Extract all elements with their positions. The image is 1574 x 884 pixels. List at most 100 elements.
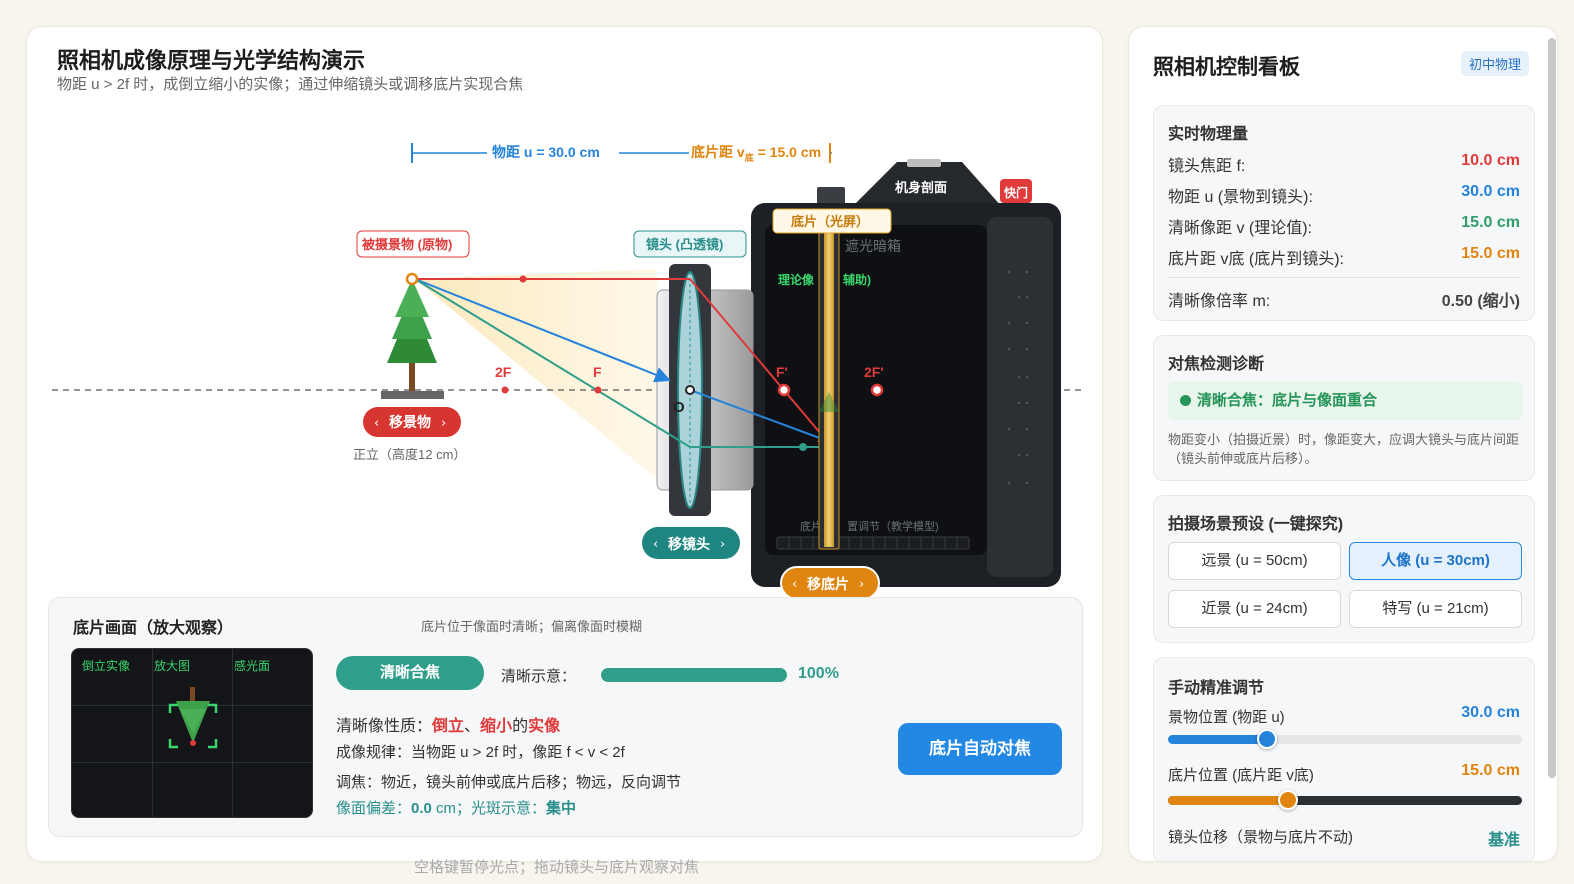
label-2f-prime: 2F': [864, 364, 884, 380]
darkbox-label: 遮光暗箱: [845, 238, 901, 254]
left-arrow-icon: ‹: [374, 416, 379, 431]
film-slider-fill: [1168, 796, 1289, 805]
deviation-label: 像面偏差：: [336, 800, 412, 817]
focus-status-badge: 清晰合焦: [336, 656, 484, 690]
left-arrow-icon: ‹: [792, 577, 797, 592]
film-screen: 倒立实像 放大图 感光面: [71, 648, 313, 818]
clarity-value: 100%: [798, 665, 839, 682]
diagnosis-status: 清晰合焦：底片与像面重合: [1168, 382, 1522, 420]
film-strip[interactable]: [818, 224, 840, 550]
object-distance-value: 30.0 cm: [1461, 183, 1520, 200]
status-dot-icon: [1180, 395, 1191, 406]
film-slider-value: 15.0 cm: [1461, 762, 1520, 779]
realtime-card: 实时物理量 镜头焦距 f: 10.0 cm 物距 u (景物到镜头): 30.0…: [1153, 105, 1535, 321]
object-height-note: 正立（高度12 cm）: [353, 447, 466, 462]
grid-line: [232, 649, 233, 817]
label-o: O: [673, 399, 685, 416]
object-distance-label: 物距 u (景物到镜头):: [1168, 189, 1313, 206]
film-adjust-track[interactable]: [776, 536, 970, 550]
film-slider[interactable]: [1168, 790, 1522, 810]
prop-inverted: 倒立: [432, 718, 465, 735]
label-f: F: [593, 364, 602, 380]
prop-real: 实像: [528, 718, 561, 735]
object-slider-knob[interactable]: [1257, 729, 1278, 749]
preset-portrait-button[interactable]: 人像 (u = 30cm): [1349, 542, 1522, 580]
film-slider-knob[interactable]: [1278, 790, 1299, 810]
page-subtitle: 物距 u > 2f 时，成倒立缩小的实像；通过伸缩镜头或调移底片实现合焦: [57, 76, 524, 93]
screen-label-sensor: 感光面: [234, 659, 271, 673]
focal-length-label: 镜头焦距 f:: [1168, 158, 1246, 175]
focus-adjust-text: 调焦：物近，镜头前伸或底片后移；物远，反向调节: [336, 774, 682, 791]
object-slider[interactable]: [1168, 729, 1522, 749]
prop-mid: 的: [512, 718, 529, 735]
film-tag-label: 底片（光屏）: [791, 214, 869, 229]
right-arrow-icon: ›: [441, 416, 446, 431]
page-title: 照相机成像原理与光学结构演示: [57, 48, 366, 73]
theory-label-left: 理论像: [778, 272, 815, 287]
magnification-value: 0.50 (缩小): [1441, 293, 1520, 310]
spot-value: 集中: [546, 800, 577, 817]
move-film-label: 移底片: [807, 576, 849, 592]
image-deviation: 像面偏差：0.0 cm；光斑示意：集中: [336, 797, 576, 818]
film-view-title: 底片画面（放大观察）: [73, 620, 234, 637]
subject-tag: 初中物理: [1461, 51, 1530, 76]
move-object-button[interactable]: ‹ 移景物 ›: [363, 407, 461, 437]
object-slider-fill: [1168, 735, 1268, 744]
imaging-rule: 成像规律：当物距 u > 2f 时，像距 f < v < 2f: [336, 744, 625, 761]
label-f-prime: F': [776, 364, 788, 380]
inverted-tree-icon: [168, 687, 218, 749]
optics-diagram: 物距 u = 30.0 cm 底片距 v底 = 15.0 cm 机身剖面 快门 …: [52, 143, 1082, 597]
screen-label-inverted: 倒立实像: [82, 659, 131, 673]
right-arrow-icon: ›: [720, 537, 725, 552]
manual-title: 手动精准调节: [1168, 680, 1265, 697]
optics-demo-panel: 照相机成像原理与光学结构演示 物距 u > 2f 时，成倒立缩小的实像；通过伸缩…: [26, 26, 1103, 862]
presets-title: 拍摄场景预设 (一键探究): [1168, 516, 1344, 533]
preset-distant-button[interactable]: 远景 (u = 50cm): [1168, 542, 1341, 580]
film-distance-label: 底片距 v底 (底片到镜头):: [1168, 251, 1344, 268]
preset-close-button[interactable]: 近景 (u = 24cm): [1168, 590, 1341, 628]
prop-reduced: 缩小: [480, 718, 513, 735]
screen-label-zoom: 放大图: [154, 659, 191, 673]
diagnosis-title: 对焦检测诊断: [1168, 356, 1265, 373]
right-arrow-icon: ›: [859, 577, 864, 592]
dashboard-title: 照相机控制看板: [1153, 56, 1300, 79]
diagnosis-text: 物距变小（拍摄近景）时，像距变大，应调大镜头与底片间距（镜头前伸或底片后移）。: [1168, 432, 1520, 466]
diagnosis-card: 对焦检测诊断 清晰合焦：底片与像面重合 物距变小（拍摄近景）时，像距变大，应调大…: [1153, 335, 1535, 481]
theory-label-right: 辅助): [843, 272, 871, 287]
film-view-section: 底片画面（放大观察） 底片位于像面时清晰；偏离像面时模糊 倒立实像 放大图 感光…: [48, 597, 1083, 837]
auto-focus-button[interactable]: 底片自动对焦: [898, 723, 1062, 775]
object-tag-label: 被摄景物 (原物): [361, 237, 452, 252]
realtime-title: 实时物理量: [1168, 126, 1249, 143]
film-view-hint: 底片位于像面时清晰；偏离像面时模糊: [421, 619, 643, 634]
presets-card: 拍摄场景预设 (一键探究) 远景 (u = 50cm) 人像 (u = 30cm…: [1153, 495, 1535, 643]
lens-barrel[interactable]: [656, 264, 754, 516]
clarity-label: 清晰示意：: [501, 668, 577, 685]
object-slider-label: 景物位置 (物距 u): [1168, 709, 1285, 726]
film-slider-label: 底片位置 (底片距 v底): [1168, 767, 1314, 784]
grid-line: [72, 762, 312, 763]
preset-closeup-button[interactable]: 特写 (u = 21cm): [1349, 590, 1522, 628]
scrollbar[interactable]: [1548, 38, 1556, 778]
deviation-value: 0.0: [411, 800, 432, 817]
film-adjust-label-right: 置调节（教学模型): [847, 519, 939, 533]
grid-line: [152, 649, 153, 817]
clarity-bar-fill: [601, 668, 787, 682]
move-lens-label: 移镜头: [668, 536, 710, 552]
film-distance-value: 15.0 cm: [1461, 245, 1520, 262]
image-distance-value: 15.0 cm: [1461, 214, 1520, 231]
move-object-label: 移景物: [389, 414, 431, 430]
move-lens-button[interactable]: ‹ 移镜头 ›: [642, 527, 740, 559]
prop-prefix: 清晰像性质：: [336, 718, 433, 735]
left-arrow-icon: ‹: [653, 537, 658, 552]
image-distance-label: 清晰像距 v (理论值):: [1168, 220, 1312, 237]
u-measure-label: 物距 u = 30.0 cm: [492, 144, 600, 160]
manual-card: 手动精准调节 景物位置 (物距 u) 30.0 cm 底片位置 (底片距 v底)…: [1153, 657, 1535, 861]
body-section-label: 机身剖面: [895, 180, 947, 195]
lens-tag-label: 镜头 (凸透镜): [646, 237, 723, 252]
shutter-label: 快门: [1004, 185, 1028, 200]
label-2f: 2F: [495, 364, 512, 380]
distance-measure: 物距 u = 30.0 cm 底片距 v底 = 15.0 cm: [411, 143, 832, 163]
divider: [1168, 277, 1520, 278]
lens-shift-label: 镜头位移（景物与底片不动): [1168, 829, 1353, 846]
move-film-button[interactable]: ‹ 移底片 ›: [780, 566, 880, 597]
